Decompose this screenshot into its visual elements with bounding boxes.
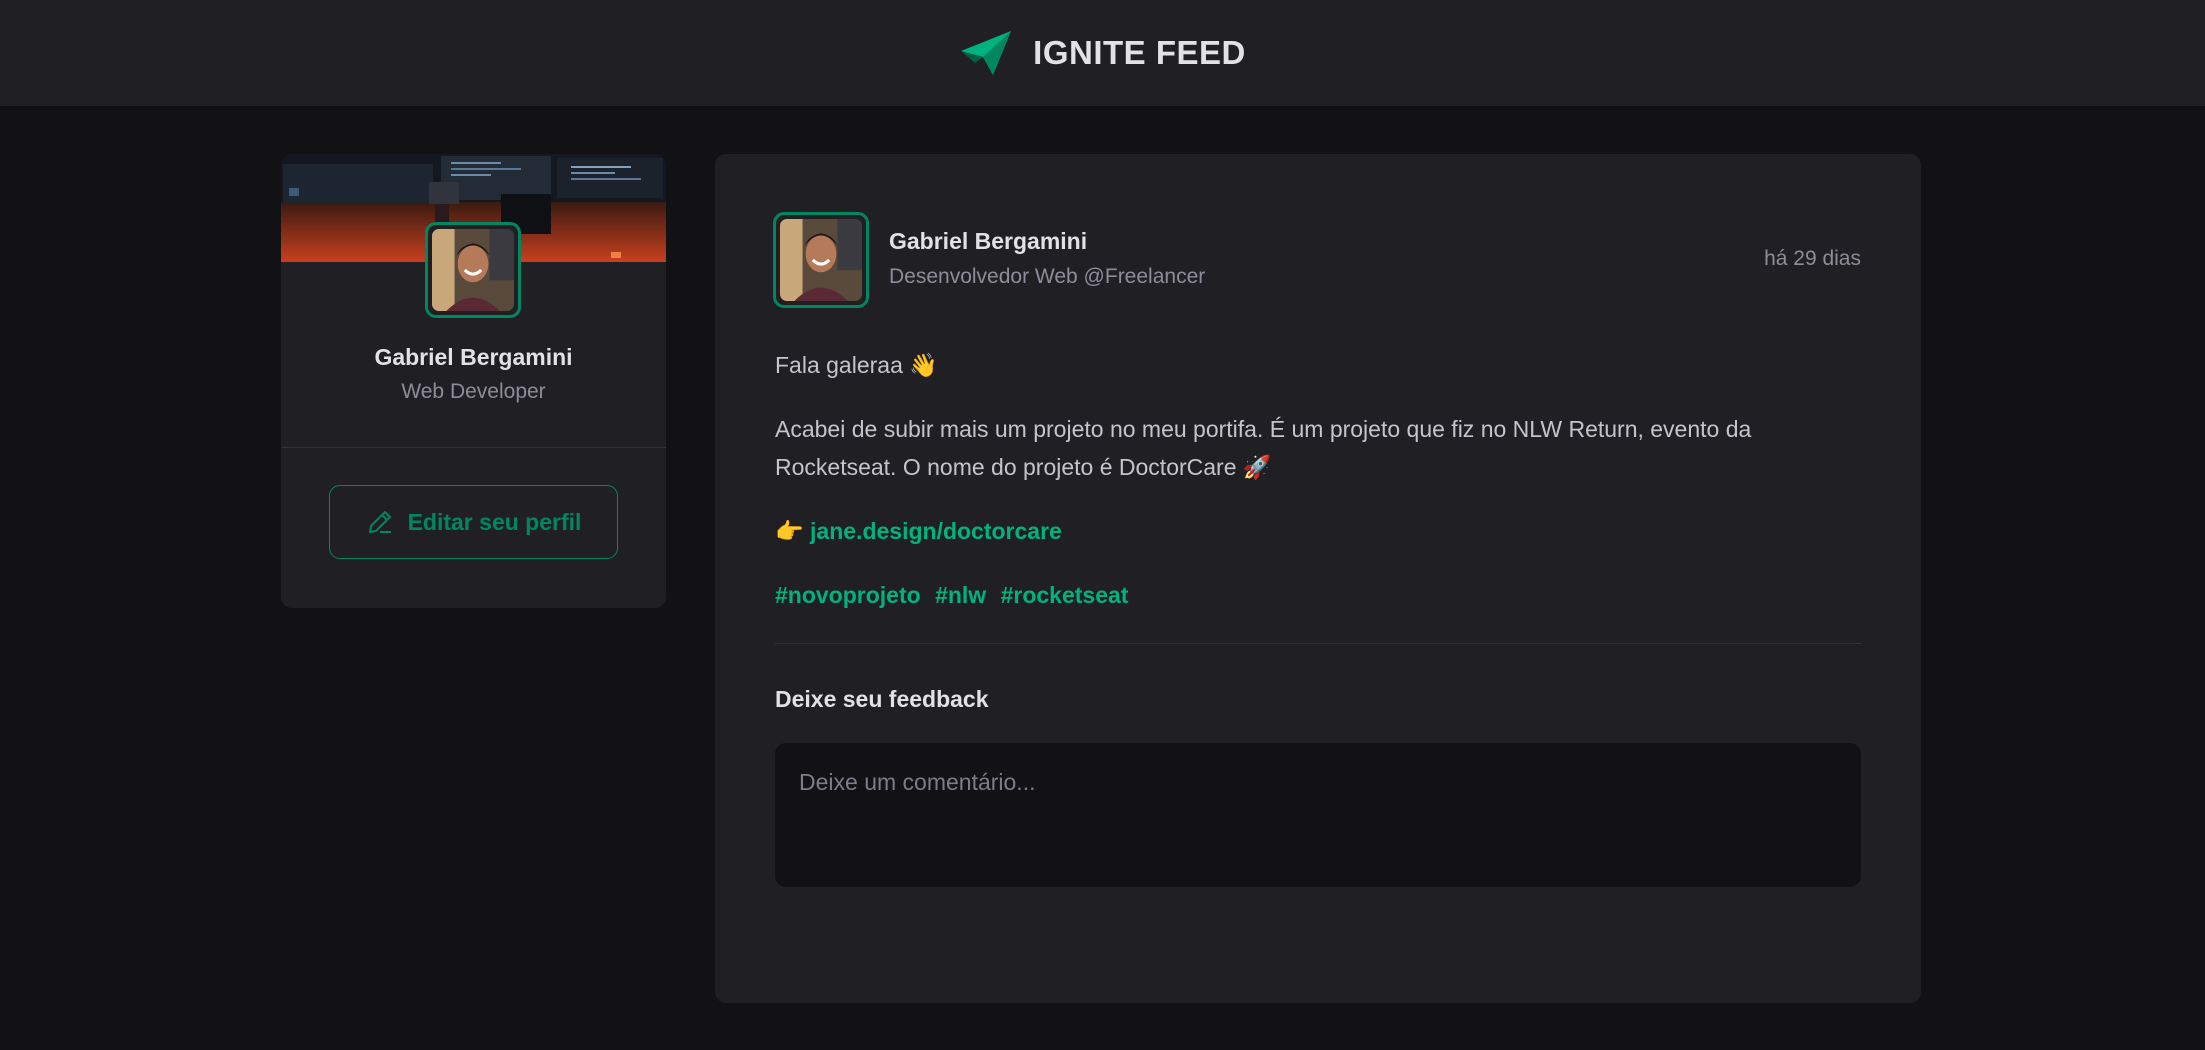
profile-role: Web Developer — [401, 380, 546, 403]
project-link[interactable]: jane.design/doctorcare — [810, 518, 1062, 544]
app-title: IGNITE FEED — [1033, 34, 1246, 71]
post-link-line: 👉 jane.design/doctorcare — [775, 512, 1865, 551]
tag-link[interactable]: #nlw — [935, 582, 986, 608]
comment-input[interactable] — [775, 743, 1861, 887]
pointing-hand-icon: 👉 — [775, 519, 804, 545]
edit-profile-label: Editar seu perfil — [407, 508, 582, 535]
feedback-title: Deixe seu feedback — [775, 686, 989, 712]
app-header: IGNITE FEED — [0, 0, 2205, 106]
waving-hand-icon: 👋 — [909, 353, 938, 379]
post-timestamp: há 29 dias — [1764, 247, 1861, 270]
author-avatar[interactable] — [773, 212, 869, 308]
pencil-icon — [368, 511, 391, 533]
ignite-logo-icon — [961, 31, 1012, 75]
edit-profile-button[interactable]: Editar seu perfil — [329, 485, 618, 559]
post-tags: #novoprojeto #nlw #rocketseat — [775, 576, 1865, 614]
post-content: Fala galeraa 👋 Acabei de subir mais um p… — [775, 346, 1865, 639]
post-body: Acabei de subir mais um projeto no meu p… — [775, 416, 1752, 481]
profile-sidebar: Gabriel Bergamini Web Developer Editar s… — [281, 154, 666, 608]
author-role: Desenvolvedor Web @Freelancer — [889, 265, 1206, 288]
author-name: Gabriel Bergamini — [889, 228, 1088, 254]
profile-avatar[interactable] — [425, 222, 521, 318]
divider — [775, 643, 1861, 644]
divider — [281, 447, 666, 448]
rocket-icon: 🚀 — [1242, 455, 1272, 481]
tag-link[interactable]: #rocketseat — [1001, 582, 1129, 608]
tag-link[interactable]: #novoprojeto — [775, 582, 921, 608]
post-card: Gabriel Bergamini Desenvolvedor Web @Fre… — [715, 154, 1921, 1003]
profile-name: Gabriel Bergamini — [374, 344, 573, 370]
post-greeting: Fala galeraa 👋 — [775, 352, 938, 379]
